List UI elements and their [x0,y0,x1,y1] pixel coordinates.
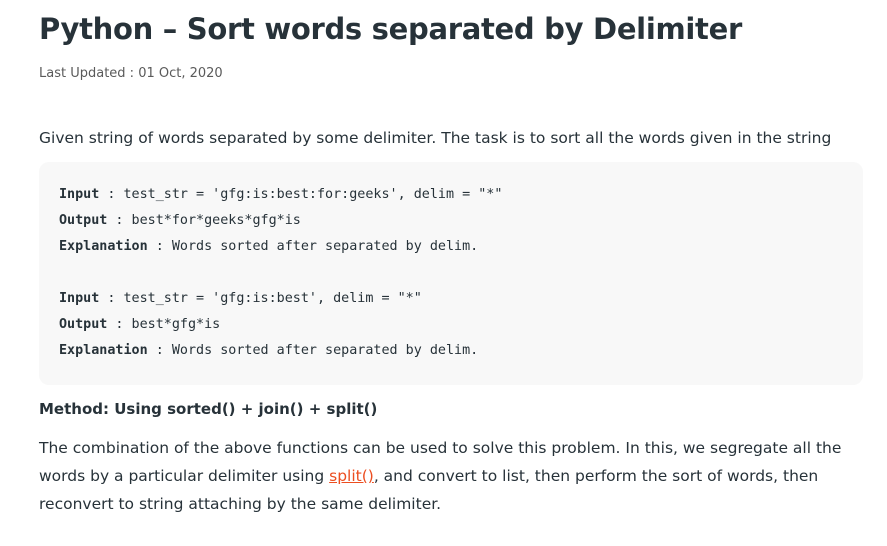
paragraph-line-3: reconvert to string attaching by the sam… [39,495,442,513]
input-value: : test_str = 'gfg:is:best:for:geeks', de… [99,187,503,202]
explanation-value: : Words sorted after separated by delim. [147,239,479,254]
output-label: Output [59,213,108,228]
example-1-input: Input : test_str = 'gfg:is:best:for:geek… [59,187,502,202]
paragraph-text: words by a particular delimiter using [39,467,330,485]
example-2-input: Input : test_str = 'gfg:is:best', delim … [59,291,422,306]
example-2-explanation: Explanation : Words sorted after separat… [59,343,478,358]
input-label: Input [59,291,100,306]
split-link[interactable]: split() [329,467,374,485]
method-heading: Method: Using sorted() + join() + split(… [39,400,378,418]
paragraph-line-2: words by a particular delimiter using sp… [39,462,863,490]
output-value: : best*gfg*is [107,317,221,332]
explanation-label: Explanation [59,343,148,358]
input-label: Input [59,187,100,202]
example-1-output: Output : best*for*geeks*gfg*is [59,213,301,228]
explanation-label: Explanation [59,239,148,254]
method-paragraph: The combination of the above functions c… [39,434,863,518]
paragraph-text: , and convert to list, then perform the … [373,467,819,485]
paragraph-line-1: The combination of the above functions c… [39,439,842,457]
output-value: : best*for*geeks*gfg*is [107,213,301,228]
last-updated: Last Updated : 01 Oct, 2020 [39,66,223,81]
output-label: Output [59,317,108,332]
explanation-value: : Words sorted after separated by delim. [147,343,479,358]
input-value: : test_str = 'gfg:is:best', delim = "*" [99,291,422,306]
example-code-block: Input : test_str = 'gfg:is:best:for:geek… [39,162,863,385]
example-2-output: Output : best*gfg*is [59,317,220,332]
example-1-explanation: Explanation : Words sorted after separat… [59,239,478,254]
intro-text: Given string of words separated by some … [39,129,832,147]
article-title: Python – Sort words separated by Delimit… [39,12,742,46]
